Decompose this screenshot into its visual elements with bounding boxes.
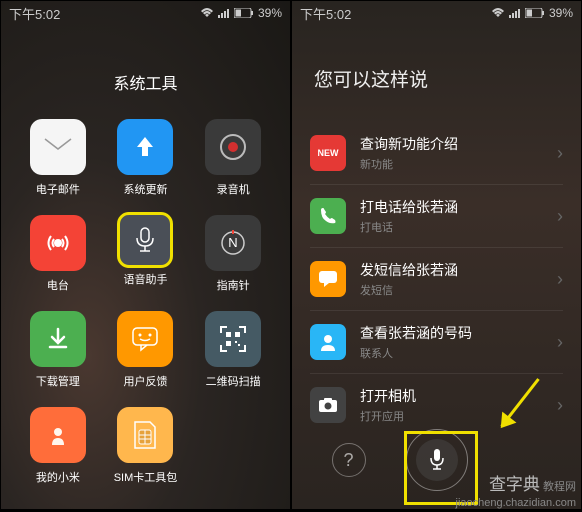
badge-icon: NEW: [310, 135, 346, 171]
signal-icon: [218, 8, 230, 18]
voice-assistant-title: 您可以这样说: [314, 65, 581, 92]
watermark: 查字典 教程网 jiaocheng.chazidian.com: [456, 474, 576, 510]
battery-percent: 39%: [258, 6, 282, 20]
chevron-right-icon: ›: [557, 143, 563, 164]
suggestion-sub: 发短信: [360, 282, 557, 298]
app-sim[interactable]: SIM卡工具包: [109, 407, 183, 485]
app-radio[interactable]: 电台: [21, 215, 95, 293]
phone-right-voice-assistant: 下午5:02 39% 您可以这样说 NEW查询新功能介绍新功能›打电话给张若涵打…: [292, 1, 581, 509]
app-compass[interactable]: N 指南针: [196, 215, 270, 293]
suggestion-item[interactable]: 查看张若涵的号码联系人›: [310, 311, 563, 374]
status-indicators: 39%: [491, 6, 573, 20]
status-time: 下午5:02: [300, 4, 351, 23]
contact-icon: [310, 324, 346, 360]
svg-text:N: N: [228, 235, 237, 250]
battery-icon: [525, 8, 545, 18]
app-label: 系统更新: [123, 181, 167, 197]
app-label: 录音机: [217, 181, 250, 197]
app-label: 电台: [47, 277, 69, 293]
app-label: 指南针: [217, 277, 250, 293]
phone-left-folder: 下午5:02 39% 系统工具 电子邮件 系统更新 录音机电台 语音助手 N 指南针下载管…: [1, 1, 290, 509]
mail-icon: [30, 119, 86, 175]
app-feedback[interactable]: 用户反馈: [109, 311, 183, 389]
suggestion-sub: 打电话: [360, 219, 557, 235]
mic-icon: [117, 212, 173, 268]
app-label: 二维码扫描: [206, 373, 261, 389]
app-label: 下载管理: [36, 373, 80, 389]
rec-icon: [205, 119, 261, 175]
camera-icon: [310, 387, 346, 423]
suggestion-main: 打电话给张若涵: [360, 197, 557, 217]
app-update[interactable]: 系统更新: [109, 119, 183, 197]
folder-title: 系统工具: [1, 70, 290, 94]
app-download[interactable]: 下载管理: [21, 311, 95, 389]
chevron-right-icon: ›: [557, 206, 563, 227]
status-indicators: 39%: [200, 6, 282, 20]
battery-icon: [234, 8, 254, 18]
app-label: 用户反馈: [123, 373, 167, 389]
suggestion-list: NEW查询新功能介绍新功能›打电话给张若涵打电话›发短信给张若涵发短信›查看张若…: [292, 122, 581, 436]
status-bar-left: 下午5:02 39%: [1, 1, 290, 25]
app-label: 电子邮件: [36, 181, 80, 197]
qr-icon: [205, 311, 261, 367]
suggestion-item[interactable]: NEW 查询新功能介绍新功能›: [310, 122, 563, 185]
compass-icon: N: [205, 215, 261, 271]
app-rec[interactable]: 录音机: [196, 119, 270, 197]
wifi-icon: [200, 8, 214, 18]
signal-icon: [509, 8, 521, 18]
suggestion-item[interactable]: 发短信给张若涵发短信›: [310, 248, 563, 311]
help-button[interactable]: ?: [332, 443, 366, 477]
suggestion-item[interactable]: 打电话给张若涵打电话›: [310, 185, 563, 248]
download-icon: [30, 311, 86, 367]
suggestion-sub: 新功能: [360, 156, 557, 172]
suggestion-main: 查询新功能介绍: [360, 134, 557, 154]
battery-percent: 39%: [549, 6, 573, 20]
app-grid: 电子邮件 系统更新 录音机电台 语音助手 N 指南针下载管理 用户反馈 二维码扫描我的小米 SI…: [1, 119, 290, 485]
update-icon: [117, 119, 173, 175]
chevron-right-icon: ›: [557, 269, 563, 290]
status-time: 下午5:02: [9, 4, 60, 23]
app-mi[interactable]: 我的小米: [21, 407, 95, 485]
chevron-right-icon: ›: [557, 332, 563, 353]
app-label: SIM卡工具包: [114, 469, 178, 485]
sim-icon: [117, 407, 173, 463]
app-mic[interactable]: 语音助手: [109, 215, 183, 293]
app-label: 语音助手: [123, 271, 167, 287]
radio-icon: [30, 215, 86, 271]
app-mail[interactable]: 电子邮件: [21, 119, 95, 197]
phone-icon: [310, 198, 346, 234]
suggestion-item[interactable]: 打开相机打开应用›: [310, 374, 563, 436]
suggestion-sub: 联系人: [360, 345, 557, 361]
status-bar-right: 下午5:02 39%: [292, 1, 581, 25]
feedback-icon: [117, 311, 173, 367]
app-label: 我的小米: [36, 469, 80, 485]
chevron-right-icon: ›: [557, 395, 563, 416]
suggestion-sub: 打开应用: [360, 408, 557, 424]
suggestion-main: 发短信给张若涵: [360, 260, 557, 280]
wifi-icon: [491, 8, 505, 18]
sms-icon: [310, 261, 346, 297]
app-qr[interactable]: 二维码扫描: [196, 311, 270, 389]
suggestion-main: 查看张若涵的号码: [360, 323, 557, 343]
mi-icon: [30, 407, 86, 463]
